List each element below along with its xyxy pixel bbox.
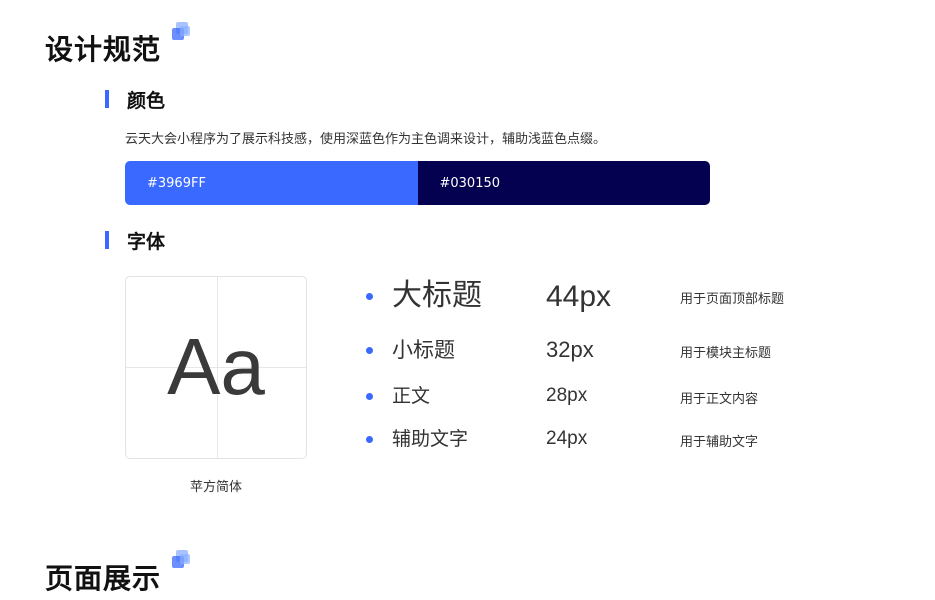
type-size: 28px	[546, 385, 588, 406]
type-size: 24px	[546, 428, 588, 449]
type-name: 正文	[392, 385, 431, 407]
bullet-dot	[366, 347, 373, 354]
type-usage: 用于正文内容	[680, 392, 759, 407]
type-row-body: 正文 28px 用于正文内容	[366, 383, 886, 423]
color-heading-label: 颜色	[127, 89, 166, 112]
page-display-title: 页面展示	[45, 562, 162, 595]
type-row-large-title: 大标题 44px 用于页面顶部标题	[366, 277, 886, 317]
type-row-auxiliary: 辅助文字 24px 用于辅助文字	[366, 427, 886, 467]
bullet-dot	[366, 293, 373, 300]
bullet-dot	[366, 436, 373, 443]
type-name: 小标题	[392, 338, 455, 362]
swatch-dark: #030150	[417, 161, 710, 205]
heading-accent-bar	[105, 231, 109, 249]
type-size: 32px	[546, 337, 594, 362]
font-sample-card: Aa	[125, 276, 307, 459]
design-spec-title: 设计规范	[45, 33, 162, 66]
type-usage: 用于模块主标题	[680, 346, 772, 361]
color-heading: 颜色	[105, 89, 165, 112]
heading-accent-bar	[105, 90, 109, 108]
swatch-primary: #3969FF	[125, 161, 418, 205]
type-usage: 用于页面顶部标题	[680, 292, 785, 307]
font-heading-label: 字体	[127, 230, 166, 253]
bullet-dot	[366, 393, 373, 400]
font-sample-text: Aa	[167, 322, 265, 411]
type-name: 大标题	[392, 278, 482, 313]
color-swatches: #3969FF #030150	[125, 161, 710, 205]
decorative-squares-icon	[172, 22, 194, 44]
type-size: 44px	[546, 280, 612, 313]
type-row-subtitle: 小标题 32px 用于模块主标题	[366, 336, 886, 376]
font-heading: 字体	[105, 230, 165, 253]
type-name: 辅助文字	[392, 428, 469, 450]
decorative-squares-icon	[172, 550, 194, 572]
type-usage: 用于辅助文字	[680, 435, 759, 450]
color-description: 云天大会小程序为了展示科技感，使用深蓝色作为主色调来设计，辅助浅蓝色点缀。	[125, 132, 607, 147]
font-family-name: 苹方简体	[189, 480, 242, 495]
